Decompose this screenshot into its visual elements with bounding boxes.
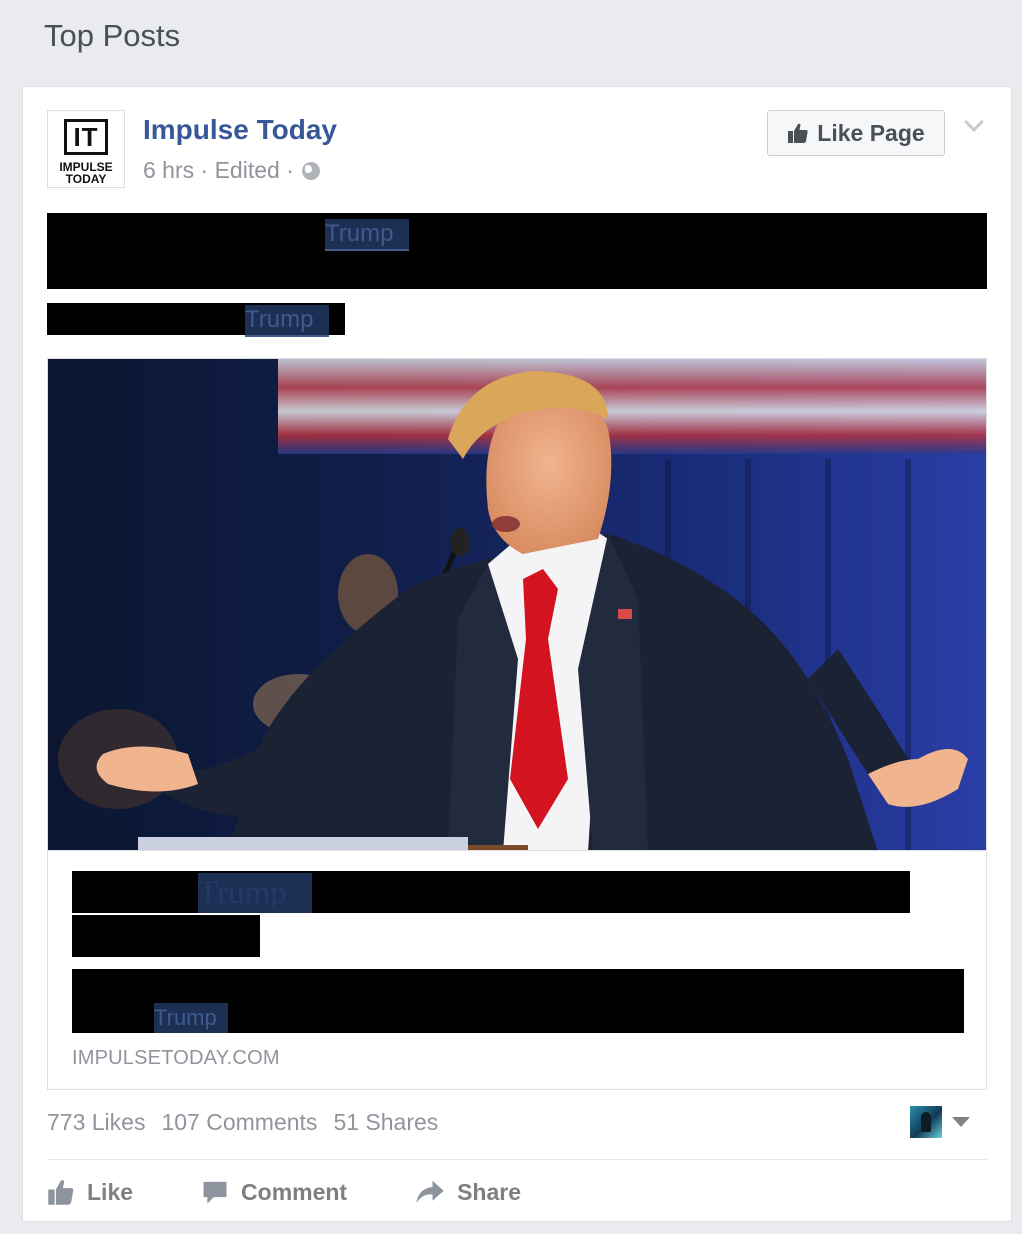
link-title-highlight: Trump bbox=[198, 873, 312, 913]
edited-label[interactable]: Edited bbox=[215, 157, 280, 183]
engagement-stats: 773 Likes 107 Comments 51 Shares bbox=[47, 1109, 438, 1136]
post-text-redaction-2: Trump bbox=[47, 303, 345, 337]
like-page-button[interactable]: Like Page bbox=[767, 110, 945, 156]
like-label: Like bbox=[87, 1178, 134, 1205]
link-title-redaction-2 bbox=[72, 915, 260, 957]
meta-separator: · bbox=[200, 157, 209, 183]
speaker-photo bbox=[48, 359, 986, 850]
post-actions: Like Comment Share bbox=[47, 1175, 589, 1209]
audience-selector[interactable] bbox=[910, 1106, 970, 1138]
link-description-redaction: Trump bbox=[72, 969, 964, 1033]
caret-down-icon bbox=[952, 1117, 970, 1127]
comment-button[interactable]: Comment bbox=[201, 1175, 347, 1209]
post-timestamp[interactable]: 6 hrs bbox=[143, 157, 194, 183]
thumbs-up-icon bbox=[48, 1180, 74, 1205]
profile-avatar bbox=[910, 1106, 942, 1138]
like-button[interactable]: Like bbox=[47, 1175, 133, 1209]
like-page-label: Like Page bbox=[817, 119, 925, 146]
comments-count[interactable]: 107 Comments bbox=[161, 1109, 317, 1136]
page-name-link[interactable]: Impulse Today bbox=[143, 114, 337, 146]
chevron-down-icon[interactable] bbox=[964, 112, 984, 132]
share-button[interactable]: Share bbox=[415, 1175, 521, 1209]
section-title: Top Posts bbox=[44, 18, 181, 53]
post-text-highlight: Trump bbox=[245, 305, 329, 337]
share-label: Share bbox=[457, 1178, 522, 1205]
link-description-highlight: Trump bbox=[154, 1003, 228, 1033]
link-preview[interactable]: Trump Trump IMPULSETODAY.COM bbox=[47, 851, 987, 1090]
link-domain: IMPULSETODAY.COM bbox=[72, 1047, 280, 1069]
likes-count[interactable]: 773 Likes bbox=[47, 1109, 145, 1136]
meta-separator: · bbox=[286, 157, 294, 183]
globe-icon[interactable] bbox=[302, 162, 321, 180]
post-text-highlight: Trump bbox=[325, 219, 409, 251]
link-title-redaction-1: Trump bbox=[72, 871, 910, 913]
comment-label: Comment bbox=[241, 1178, 348, 1205]
share-arrow-icon bbox=[416, 1180, 444, 1204]
post-photo[interactable] bbox=[47, 358, 987, 851]
logo-letters: IT bbox=[64, 119, 108, 155]
thumbs-up-icon bbox=[788, 123, 808, 143]
page-avatar[interactable]: IT IMPULSE TODAY bbox=[47, 110, 125, 188]
comment-icon bbox=[203, 1181, 227, 1204]
divider bbox=[47, 1159, 987, 1160]
post-meta: 6 hrs · Edited · bbox=[143, 157, 321, 184]
shares-count[interactable]: 51 Shares bbox=[333, 1109, 438, 1136]
logo-line-2: TODAY bbox=[65, 172, 107, 186]
post-card: IT IMPULSE TODAY Impulse Today 6 hrs · E… bbox=[22, 86, 1012, 1222]
post-text-redaction-1: Trump bbox=[47, 213, 987, 289]
